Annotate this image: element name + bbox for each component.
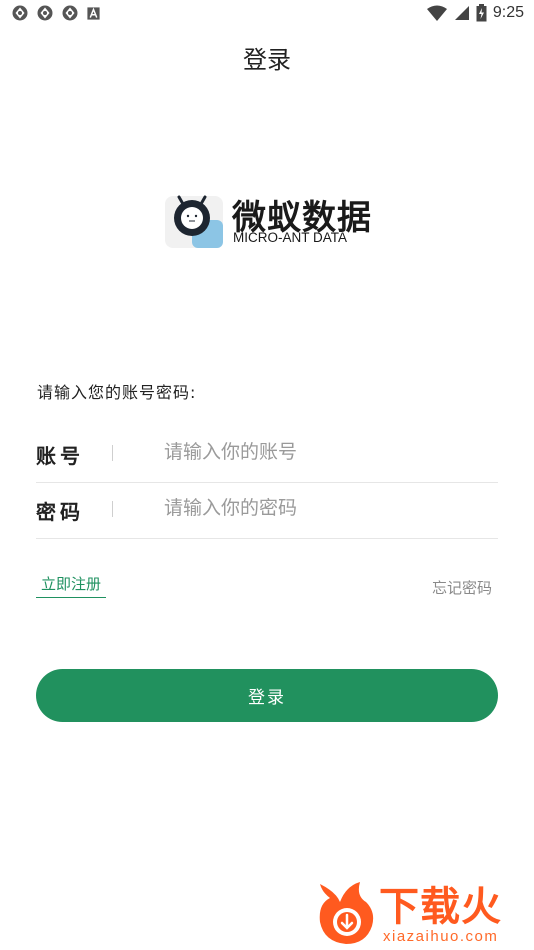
password-label: 密码 <box>36 500 84 524</box>
system-icons: 9:25 <box>426 4 524 22</box>
wifi-icon <box>426 5 447 21</box>
divider <box>112 445 113 461</box>
flame-logo-icon <box>319 882 374 944</box>
signal-icon <box>454 6 469 20</box>
password-row: 密码 <box>36 482 498 539</box>
ant-logo-icon <box>165 195 223 248</box>
login-prompt: 请输入您的账号密码: <box>37 383 197 402</box>
watermark-text: 下载火 <box>379 884 502 930</box>
forgot-password-link[interactable]: 忘记密码 <box>432 577 492 598</box>
account-input[interactable] <box>164 434 494 470</box>
account-row: 账号 <box>36 426 498 483</box>
sync-icon <box>12 5 28 21</box>
account-label: 账号 <box>36 444 84 468</box>
password-input[interactable] <box>164 490 494 526</box>
login-button[interactable]: 登录 <box>36 669 498 722</box>
sync-icon <box>62 5 78 21</box>
watermark: 下载火 xiazaihuo.com <box>316 880 528 946</box>
watermark-url: xiazaihuo.com <box>383 928 499 945</box>
register-link[interactable]: 立即注册 <box>36 573 107 598</box>
status-bar: 9:25 <box>0 0 534 28</box>
clock: 9:25 <box>492 4 524 21</box>
battery-icon <box>476 4 487 22</box>
app-logo: 微蚁数据 MICRO-ANT DATA <box>164 190 374 252</box>
notification-icons <box>12 5 100 21</box>
logo-name-en: MICRO-ANT DATA <box>233 230 347 245</box>
sync-icon <box>37 5 53 21</box>
a-box-icon <box>87 6 100 20</box>
page-title: 登录 <box>243 46 291 74</box>
divider <box>112 501 113 517</box>
